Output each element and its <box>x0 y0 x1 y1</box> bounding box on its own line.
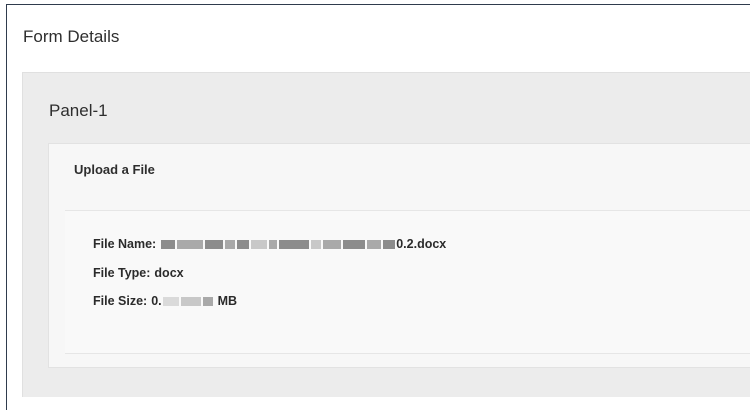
upload-section-title: Upload a File <box>74 162 155 177</box>
file-type-row: File Type: docx <box>93 266 184 280</box>
file-type-label: File Type: <box>93 266 151 280</box>
file-name-row: File Name: 0.2.docx <box>93 237 446 251</box>
file-name-suffix: 0.2.docx <box>396 237 447 251</box>
form-details-container: Form Details Panel-1 Upload a File File … <box>6 4 750 410</box>
file-size-redacted <box>162 296 214 306</box>
file-size-prefix: 0. <box>151 294 162 308</box>
file-info-box: File Name: 0.2.docx File Type: docx File… <box>65 210 750 354</box>
file-type-value: docx <box>154 266 184 280</box>
panel-title: Panel-1 <box>49 101 108 120</box>
file-name-label: File Name: <box>93 237 157 251</box>
file-size-label: File Size: <box>93 294 148 308</box>
form-title: Form Details <box>23 27 120 46</box>
file-size-row: File Size: 0. MB <box>93 294 237 308</box>
panel-1: Panel-1 Upload a File File Name: 0.2.doc… <box>22 72 750 397</box>
file-name-redacted <box>160 239 396 249</box>
file-size-unit: MB <box>217 294 238 308</box>
upload-file-section: Upload a File File Name: 0.2.docx File T… <box>48 143 750 368</box>
